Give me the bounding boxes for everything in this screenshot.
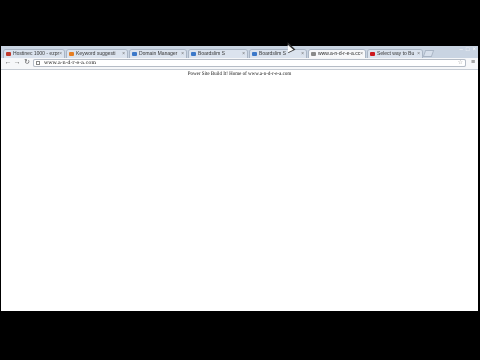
tab-7[interactable]: Select way to Bu × [367,49,423,58]
tab-6-active[interactable]: www.a-n-d-r-e-a.cc × [308,49,366,58]
tab-label: Domain Manager [139,51,178,57]
page-content: Power Site Build It! Home of www.a-n-d-r… [1,70,478,311]
page-text: Power Site Build It! Home of www.a-n-d-r… [187,72,292,77]
tab-label: Keyword suggesti [76,51,116,57]
address-text: www.a-n-d-r-e-a.com [44,60,97,66]
tab-favicon-icon [252,52,257,56]
tab-close-icon[interactable]: × [59,50,62,58]
address-bar[interactable]: www.a-n-d-r-e-a.com ☆ [33,59,466,67]
tab-3[interactable]: Domain Manager × [129,49,187,58]
tab-4[interactable]: Boardslim S × [188,49,248,58]
tab-1[interactable]: Hostinec 1000 - ezpr × [3,49,65,58]
tab-2[interactable]: Keyword suggesti × [66,49,128,58]
tab-close-icon[interactable]: × [122,50,125,58]
maximize-icon[interactable]: □ [466,46,470,54]
tab-label: Boardslim S [198,51,225,57]
tab-close-icon[interactable]: × [417,50,420,58]
back-arrow-icon[interactable]: ← [4,59,12,67]
tab-close-icon[interactable]: × [360,50,363,58]
tab-favicon-icon [6,52,11,56]
tab-close-icon[interactable]: × [301,50,304,58]
forward-arrow-icon[interactable]: → [13,59,21,67]
tab-favicon-icon [132,52,137,56]
window-controls: – □ × [460,46,476,54]
tab-label: Boardslim S [259,51,286,57]
page-icon [36,61,40,65]
minimize-icon[interactable]: – [460,46,463,54]
tab-label: Select way to Bu [377,51,415,57]
new-tab-button[interactable] [422,50,435,57]
browser-window: Hostinec 1000 - ezpr × Keyword suggesti … [1,46,478,311]
reload-icon[interactable]: ↻ [23,59,31,67]
close-window-icon[interactable]: × [472,46,476,54]
tab-label: Hostinec 1000 - ezpr [13,51,60,57]
tab-label: www.a-n-d-r-e-a.cc [318,51,361,57]
tab-close-icon[interactable]: × [242,50,245,58]
menu-icon[interactable]: ≡ [470,59,476,67]
bookmark-star-icon[interactable]: ☆ [458,60,463,67]
tab-strip: Hostinec 1000 - ezpr × Keyword suggesti … [1,46,478,58]
browser-toolbar: ← → ↻ www.a-n-d-r-e-a.com ☆ ≡ [1,58,478,70]
tab-5[interactable]: Boardslim S × [249,49,307,58]
tab-close-icon[interactable]: × [181,50,184,58]
tab-favicon-icon [370,52,375,56]
tab-favicon-icon [311,52,316,56]
tab-favicon-icon [69,52,74,56]
tab-favicon-icon [191,52,196,56]
